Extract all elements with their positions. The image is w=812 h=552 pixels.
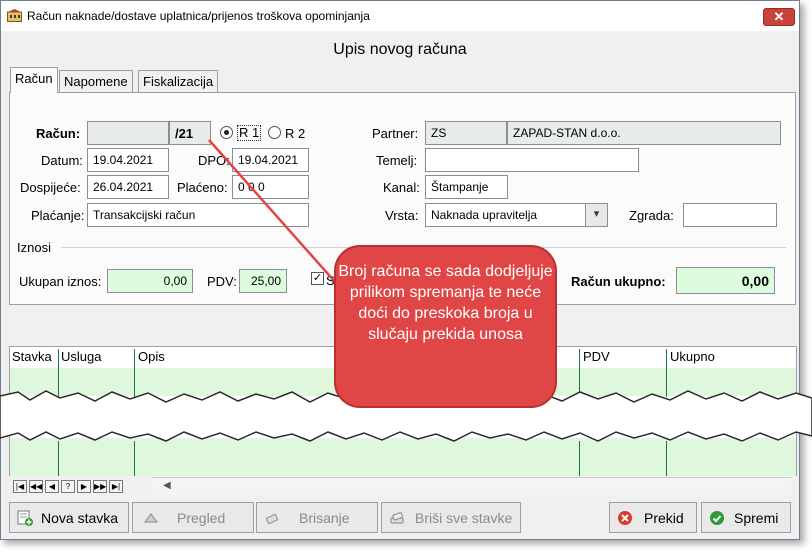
brisi-sve-stavke-button[interactable]: Briši sve stavke — [381, 502, 521, 533]
tab-napomene[interactable]: Napomene — [59, 70, 133, 93]
add-item-icon — [17, 510, 33, 526]
brisanje-button[interactable]: Brisanje — [256, 502, 378, 533]
spremi-label: Spremi — [734, 510, 779, 526]
pregled-button[interactable]: Pregled — [132, 502, 254, 533]
vrsta-label: Vrsta: — [385, 208, 419, 223]
racun-ukupno-label: Račun ukupno: — [571, 274, 666, 289]
racun-suffix-field: /21 — [169, 121, 211, 145]
racun-label: Račun: — [36, 126, 81, 141]
r2-label: R 2 — [285, 126, 306, 141]
nav-last-button[interactable]: ▶| — [109, 480, 123, 493]
tab-fiskalizacija[interactable]: Fiskalizacija — [138, 70, 219, 93]
nova-stavka-button[interactable]: Nova stavka — [9, 502, 129, 533]
spremi-button[interactable]: Spremi — [701, 502, 791, 533]
pdv-label: PDV: — [207, 274, 237, 289]
tab-racun[interactable]: Račun — [10, 67, 58, 93]
r1-label: R 1 — [237, 125, 262, 141]
chevron-down-icon[interactable]: ▾ — [585, 204, 607, 226]
partner-name-field: ZAPAD-STAN d.o.o. — [507, 121, 781, 145]
datum-field[interactable]: 19.04.2021 — [87, 148, 169, 172]
partner-code-field[interactable]: ZS — [425, 121, 507, 145]
temelj-field[interactable] — [425, 148, 639, 172]
r1-radio[interactable] — [220, 126, 233, 139]
nav-next-button[interactable]: ▶ — [77, 480, 91, 493]
dpo-field[interactable]: 19.04.2021 — [232, 148, 309, 172]
close-button[interactable]: ✕ — [763, 8, 795, 26]
zgrada-field[interactable] — [683, 203, 777, 227]
zgrada-label: Zgrada: — [629, 208, 674, 223]
info-callout: Broj računa se sada dodjeljuje prilikom … — [334, 245, 557, 408]
placeno-label: Plaćeno: — [177, 180, 228, 195]
col-header-stavka[interactable]: Stavka — [12, 349, 52, 364]
partner-label: Partner: — [372, 126, 419, 141]
racun-ukupno-field: 0,00 — [676, 267, 775, 294]
placeno-field[interactable]: 0 0 0 — [232, 175, 309, 199]
racun-number-field[interactable] — [87, 121, 169, 145]
nav-first-button[interactable]: |◀ — [13, 480, 27, 493]
pdv-field[interactable]: 25,00 — [239, 269, 287, 293]
cancel-icon — [618, 511, 632, 525]
page-title: Upis novog računa — [333, 41, 467, 58]
dpo-label: DPO: — [198, 153, 230, 168]
prekid-label: Prekid — [644, 510, 684, 526]
kanal-label: Kanal: — [383, 180, 420, 195]
brisi-sve-stavke-label: Briši sve stavke — [415, 510, 513, 526]
ukupan-iznos-field[interactable]: 0,00 — [107, 269, 193, 293]
kanal-field[interactable]: Štampanje — [425, 175, 508, 199]
pregled-label: Pregled — [177, 510, 226, 526]
horizontal-scrollbar[interactable] — [151, 477, 791, 495]
nav-next-page-button[interactable]: ▶▶ — [93, 480, 107, 493]
scroll-left-icon[interactable]: ◀ — [163, 480, 171, 491]
pdv-checkbox[interactable]: ✓ — [311, 272, 324, 285]
col-header-ukupno[interactable]: Ukupno — [670, 349, 715, 364]
vrsta-select[interactable]: Naknada upravitelja — [425, 203, 608, 227]
placanje-label: Plaćanje: — [31, 208, 85, 223]
eraser-icon — [266, 513, 278, 525]
app-icon — [7, 9, 22, 22]
col-header-pdv[interactable]: PDV — [583, 349, 610, 364]
ukupan-iznos-label: Ukupan iznos: — [19, 274, 102, 289]
dospijece-label: Dospijeće: — [20, 180, 81, 195]
nav-prev-button[interactable]: ◀ — [45, 480, 59, 493]
nova-stavka-label: Nova stavka — [41, 510, 119, 526]
temelj-label: Temelj: — [376, 153, 418, 168]
window-title: Račun naknade/dostave uplatnica/prijenos… — [27, 9, 370, 23]
delete-all-icon — [390, 512, 404, 524]
nav-help-button[interactable]: ? — [61, 480, 75, 493]
r2-radio[interactable] — [268, 126, 281, 139]
nav-prev-page-button[interactable]: ◀◀ — [29, 480, 43, 493]
brisanje-label: Brisanje — [299, 510, 350, 526]
datum-label: Datum: — [41, 153, 83, 168]
dospijece-field[interactable]: 26.04.2021 — [87, 175, 169, 199]
col-header-opis[interactable]: Opis — [138, 349, 165, 364]
col-header-usluga[interactable]: Usluga — [61, 349, 102, 364]
title-bar: Račun naknade/dostave uplatnica/prijenos… — [1, 1, 799, 31]
pregled-icon — [144, 513, 158, 523]
placanje-field[interactable]: Transakcijski račun — [87, 203, 309, 227]
iznosi-section-label: Iznosi — [17, 240, 51, 255]
prekid-button[interactable]: Prekid — [609, 502, 697, 533]
checkmark-icon — [710, 511, 724, 525]
